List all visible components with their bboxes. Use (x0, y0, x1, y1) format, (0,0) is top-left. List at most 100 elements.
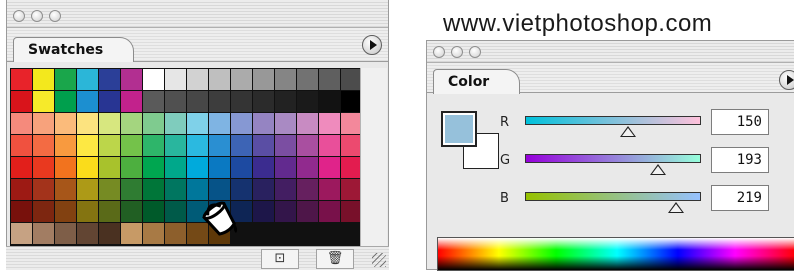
color-swatch[interactable] (275, 113, 296, 134)
color-swatch[interactable] (33, 201, 54, 222)
color-swatch[interactable] (55, 69, 76, 90)
color-swatch[interactable] (253, 135, 274, 156)
color-menu-button[interactable] (779, 70, 794, 90)
color-swatch[interactable] (55, 135, 76, 156)
color-swatch[interactable] (99, 69, 120, 90)
color-swatch[interactable] (253, 113, 274, 134)
color-swatch[interactable] (143, 113, 164, 134)
color-swatch[interactable] (209, 113, 230, 134)
color-swatch[interactable] (297, 179, 318, 200)
color-swatch[interactable] (341, 69, 360, 90)
color-swatch[interactable] (275, 201, 296, 222)
color-swatch[interactable] (231, 113, 252, 134)
color-swatch[interactable] (231, 135, 252, 156)
color-swatch[interactable] (187, 91, 208, 112)
color-swatch[interactable] (297, 201, 318, 222)
color-swatch[interactable] (55, 201, 76, 222)
color-swatch[interactable] (209, 135, 230, 156)
color-swatch[interactable] (275, 157, 296, 178)
slider-thumb-icon[interactable] (668, 202, 685, 213)
color-swatch[interactable] (11, 135, 32, 156)
color-swatch[interactable] (143, 201, 164, 222)
color-swatch[interactable] (341, 91, 360, 112)
color-swatch[interactable] (253, 91, 274, 112)
channel-value-field[interactable]: 193 (711, 147, 769, 173)
color-swatch[interactable] (55, 179, 76, 200)
tab-swatches[interactable]: Swatches (13, 37, 135, 62)
color-swatch[interactable] (33, 69, 54, 90)
color-swatch[interactable] (121, 113, 142, 134)
color-swatch[interactable] (11, 113, 32, 134)
color-swatch[interactable] (341, 201, 360, 222)
color-swatch[interactable] (55, 223, 76, 244)
color-swatch[interactable] (77, 157, 98, 178)
color-swatch[interactable] (275, 91, 296, 112)
color-swatch[interactable] (165, 113, 186, 134)
color-swatch[interactable] (143, 135, 164, 156)
color-swatch[interactable] (11, 157, 32, 178)
color-swatch[interactable] (33, 223, 54, 244)
color-swatch[interactable] (165, 69, 186, 90)
zoom-button[interactable] (469, 46, 481, 58)
color-swatch[interactable] (187, 135, 208, 156)
color-swatch[interactable] (319, 135, 340, 156)
color-swatch[interactable] (231, 91, 252, 112)
close-button[interactable] (13, 10, 25, 22)
color-swatch[interactable] (341, 113, 360, 134)
channel-value-field[interactable]: 219 (711, 185, 769, 211)
color-swatch[interactable] (33, 179, 54, 200)
color-swatch[interactable] (165, 157, 186, 178)
color-swatch[interactable] (209, 91, 230, 112)
minimize-button[interactable] (451, 46, 463, 58)
color-swatch[interactable] (253, 201, 274, 222)
color-swatch[interactable] (77, 113, 98, 134)
channel-value-field[interactable]: 150 (711, 109, 769, 135)
channel-slider-b[interactable] (525, 192, 701, 201)
color-swatch[interactable] (275, 69, 296, 90)
slider-thumb-icon[interactable] (650, 164, 667, 175)
color-swatch[interactable] (77, 91, 98, 112)
zoom-button[interactable] (49, 10, 61, 22)
color-swatch[interactable] (253, 157, 274, 178)
color-swatch[interactable] (253, 223, 274, 244)
color-swatch[interactable] (319, 223, 340, 244)
color-swatch[interactable] (165, 201, 186, 222)
color-swatch[interactable] (341, 223, 360, 244)
color-swatch[interactable] (77, 135, 98, 156)
color-swatch[interactable] (341, 135, 360, 156)
color-swatch[interactable] (33, 157, 54, 178)
color-swatch[interactable] (121, 69, 142, 90)
color-swatch[interactable] (77, 69, 98, 90)
color-swatch[interactable] (11, 201, 32, 222)
color-swatch[interactable] (231, 157, 252, 178)
color-swatch[interactable] (33, 135, 54, 156)
color-swatch[interactable] (99, 223, 120, 244)
color-ramp[interactable] (437, 237, 794, 271)
color-swatch[interactable] (297, 113, 318, 134)
color-swatch[interactable] (143, 69, 164, 90)
color-swatch[interactable] (121, 135, 142, 156)
color-swatch[interactable] (165, 135, 186, 156)
color-swatch[interactable] (11, 91, 32, 112)
color-swatch[interactable] (209, 157, 230, 178)
color-swatch[interactable] (165, 223, 186, 244)
color-swatch[interactable] (121, 157, 142, 178)
close-button[interactable] (433, 46, 445, 58)
color-swatch[interactable] (187, 157, 208, 178)
color-swatch[interactable] (99, 135, 120, 156)
color-swatch[interactable] (143, 179, 164, 200)
color-swatch[interactable] (187, 113, 208, 134)
color-swatch[interactable] (55, 113, 76, 134)
color-swatch[interactable] (319, 201, 340, 222)
color-swatch[interactable] (33, 91, 54, 112)
channel-slider-g[interactable] (525, 154, 701, 163)
color-swatch[interactable] (11, 69, 32, 90)
color-swatch[interactable] (77, 223, 98, 244)
color-swatch[interactable] (121, 179, 142, 200)
color-swatch[interactable] (121, 91, 142, 112)
color-swatch[interactable] (99, 157, 120, 178)
color-swatch[interactable] (253, 179, 274, 200)
color-swatch[interactable] (275, 135, 296, 156)
delete-swatch-button[interactable]: 🗑 (316, 249, 354, 269)
minimize-button[interactable] (31, 10, 43, 22)
